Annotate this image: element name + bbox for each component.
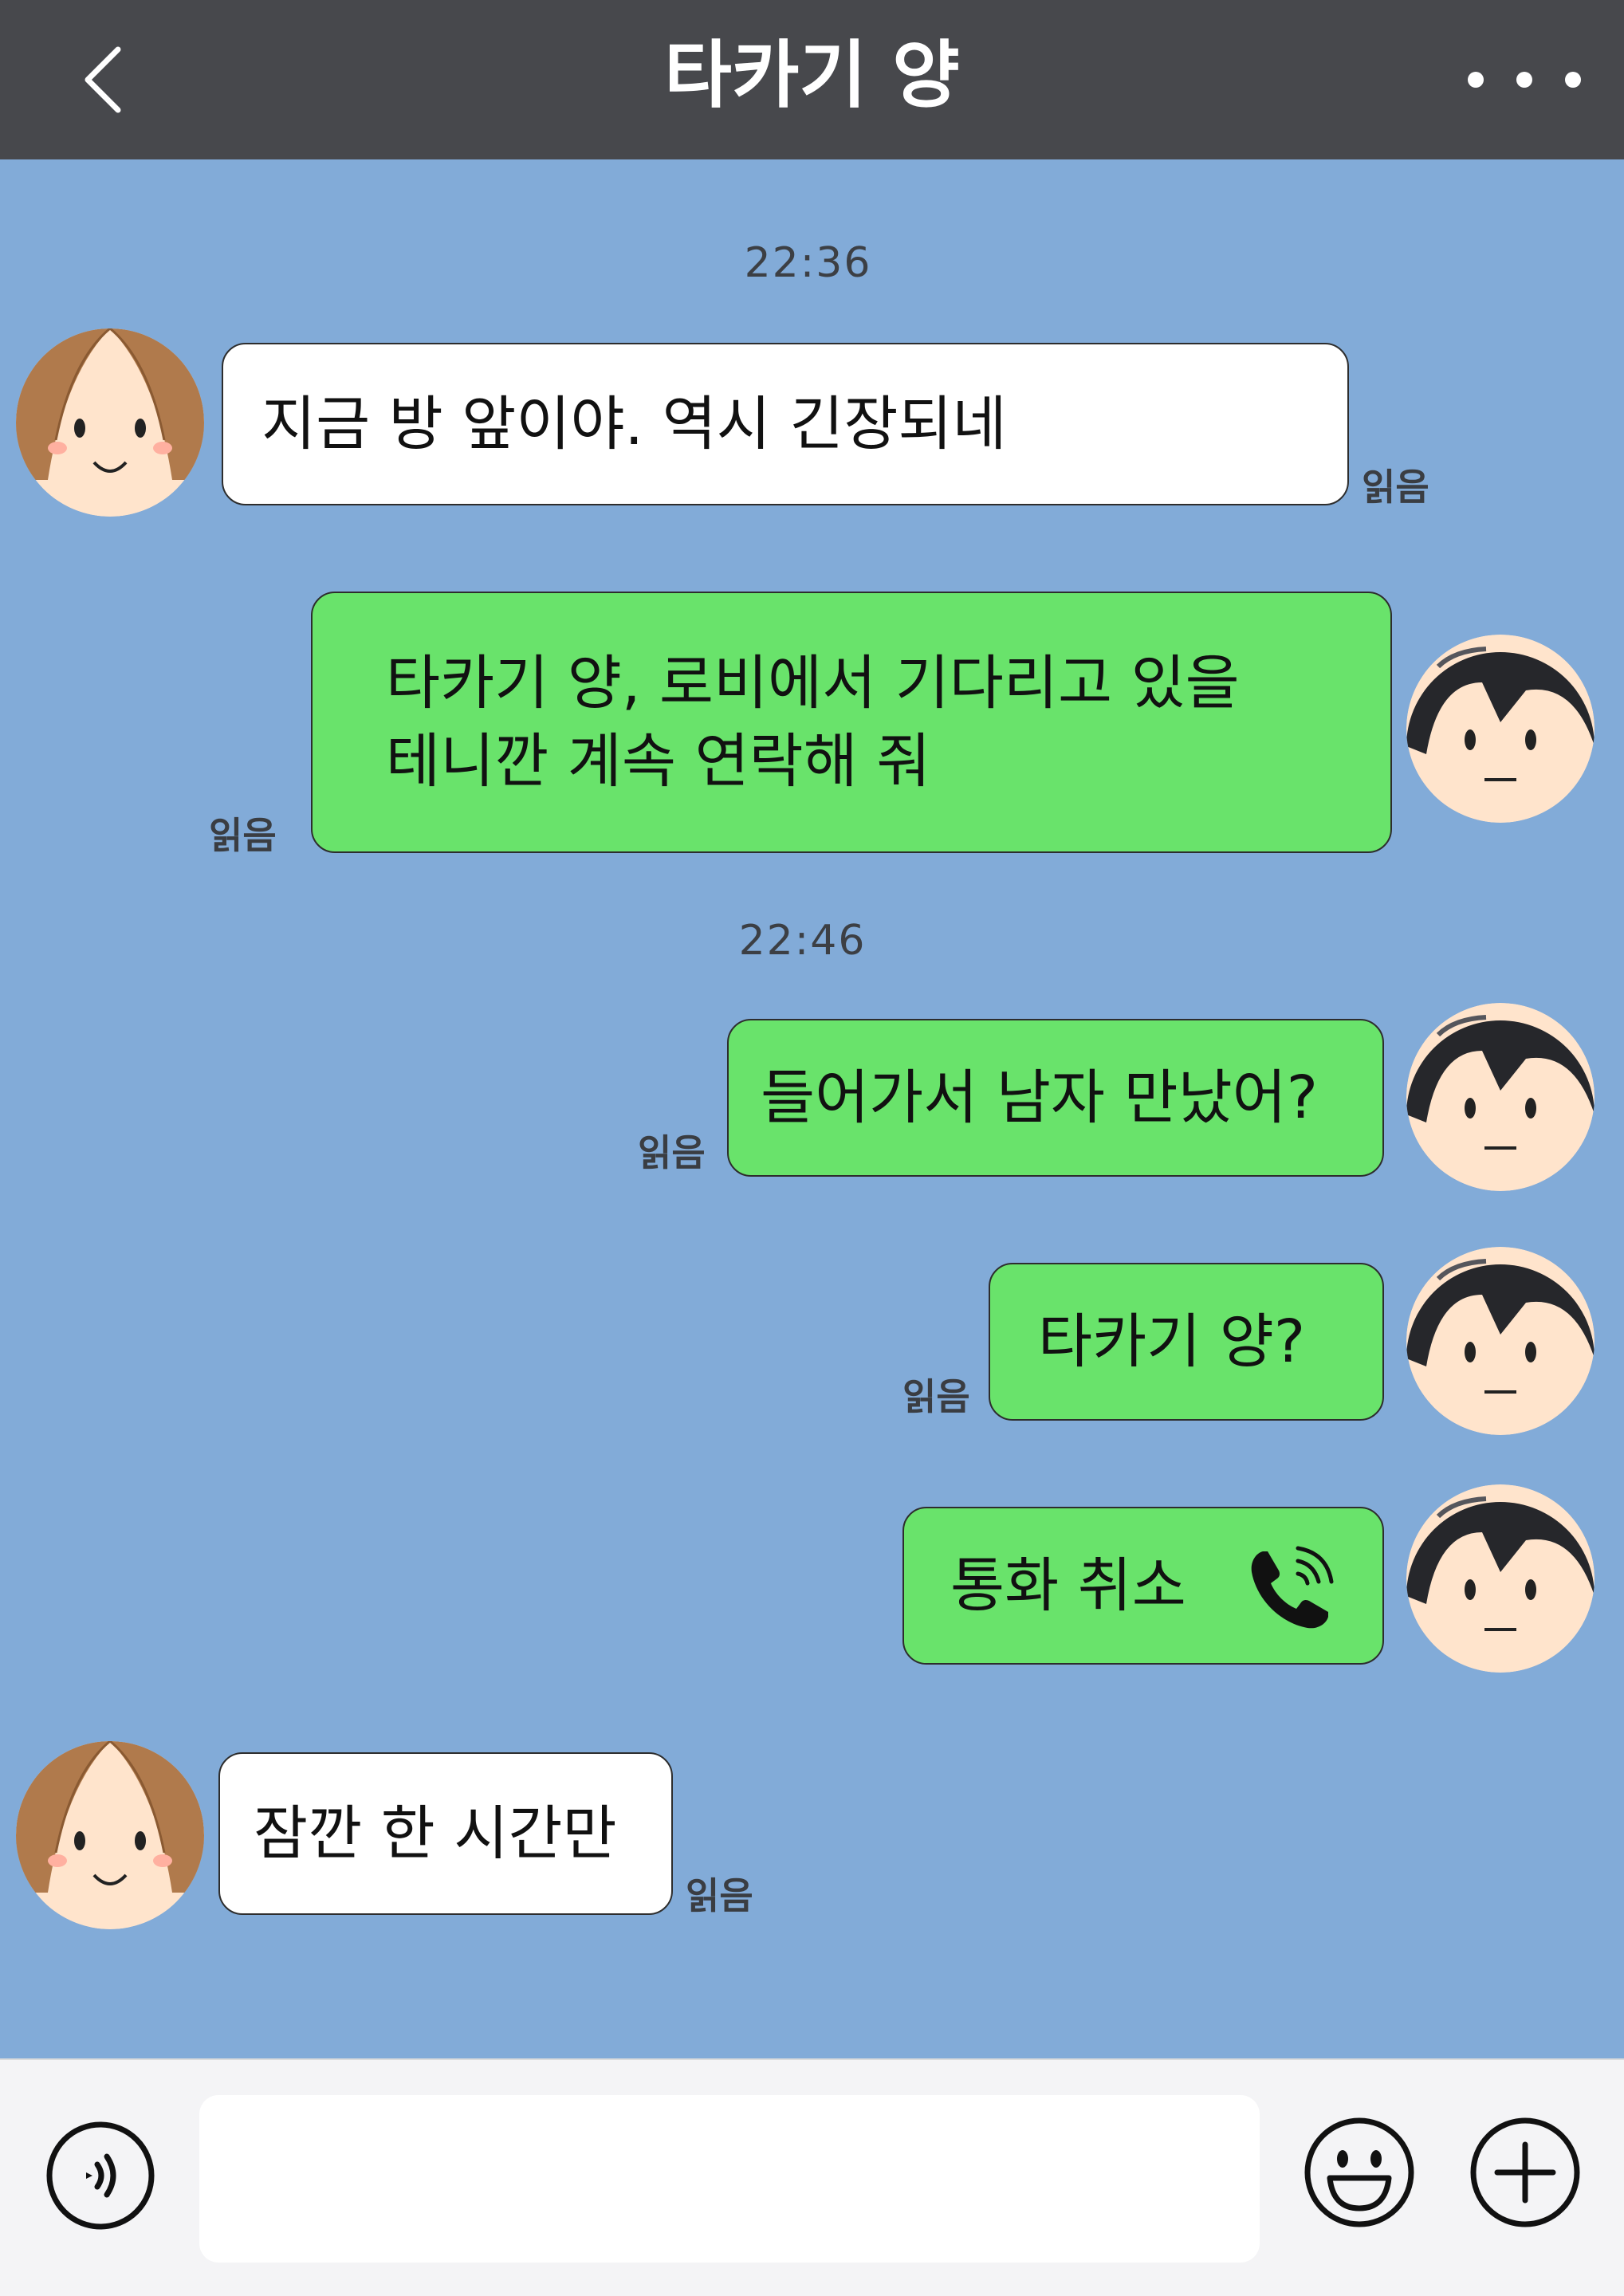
message-input[interactable] (199, 2095, 1260, 2263)
read-receipt: 읽음 (902, 1375, 970, 1418)
more-button[interactable] (1457, 48, 1592, 112)
chat-area[interactable]: 22:36 지금 방 앞이야. 역시 긴장되네 읽음 타카기 양, 로비에서 기… (0, 159, 1624, 2058)
read-receipt: 읽음 (638, 1131, 706, 1174)
message-bubble-incoming[interactable]: 잠깐 한 시간만 (218, 1752, 673, 1915)
boy-avatar-icon (1406, 1247, 1595, 1435)
voice-button[interactable] (45, 2120, 156, 2231)
read-receipt: 읽음 (209, 814, 277, 857)
message-text: 들어가서 남자 만났어? (761, 1063, 1319, 1132)
voice-icon (46, 2121, 155, 2230)
boy-avatar-icon (1406, 1003, 1595, 1191)
more-dots-icon (1468, 72, 1484, 88)
avatar-me[interactable] (1406, 1484, 1595, 1673)
input-bar (0, 2058, 1624, 2296)
message-text: 타카기 양? (1038, 1307, 1306, 1376)
avatar-me[interactable] (1406, 1247, 1595, 1435)
chat-title: 타카기 양 (664, 33, 960, 118)
boy-avatar-icon (1406, 635, 1595, 823)
avatar-me[interactable] (1406, 1003, 1595, 1191)
avatar-takagi[interactable] (16, 328, 204, 517)
read-receipt: 읽음 (686, 1874, 753, 1917)
message-text: 통화 취소 (950, 1551, 1186, 1620)
girl-avatar-icon (16, 1741, 204, 1929)
message-bubble-outgoing[interactable]: 들어가서 남자 만났어? (727, 1019, 1384, 1177)
plus-button[interactable] (1469, 2116, 1582, 2229)
avatar-takagi[interactable] (16, 1741, 204, 1929)
emoji-icon (1304, 2117, 1414, 2227)
phone-icon (1251, 1546, 1334, 1629)
message-bubble-outgoing[interactable]: 타카기 양? (989, 1263, 1384, 1421)
message-text: 지금 방 앞이야. 역시 긴장되네 (261, 390, 1007, 458)
girl-avatar-icon (16, 328, 204, 517)
call-cancelled-bubble[interactable]: 통화 취소 (902, 1507, 1384, 1665)
boy-avatar-icon (1406, 1484, 1595, 1673)
timestamp: 22:46 (738, 917, 867, 965)
plus-icon (1470, 2117, 1580, 2227)
emoji-button[interactable] (1303, 2116, 1416, 2229)
message-bubble-outgoing[interactable]: 타카기 양, 로비에서 기다리고 있을 테니깐 계속 연락해 줘 (311, 592, 1392, 853)
avatar-me[interactable] (1406, 635, 1595, 823)
timestamp: 22:36 (744, 239, 872, 287)
message-bubble-incoming[interactable]: 지금 방 앞이야. 역시 긴장되네 (222, 343, 1349, 505)
read-receipt: 읽음 (1362, 466, 1429, 509)
message-text: 잠깐 한 시간만 (254, 1799, 617, 1868)
message-text: 타카기 양, 로비에서 기다리고 있을 테니깐 계속 연락해 줘 (386, 649, 1240, 796)
chat-header: 타카기 양 (0, 0, 1624, 159)
